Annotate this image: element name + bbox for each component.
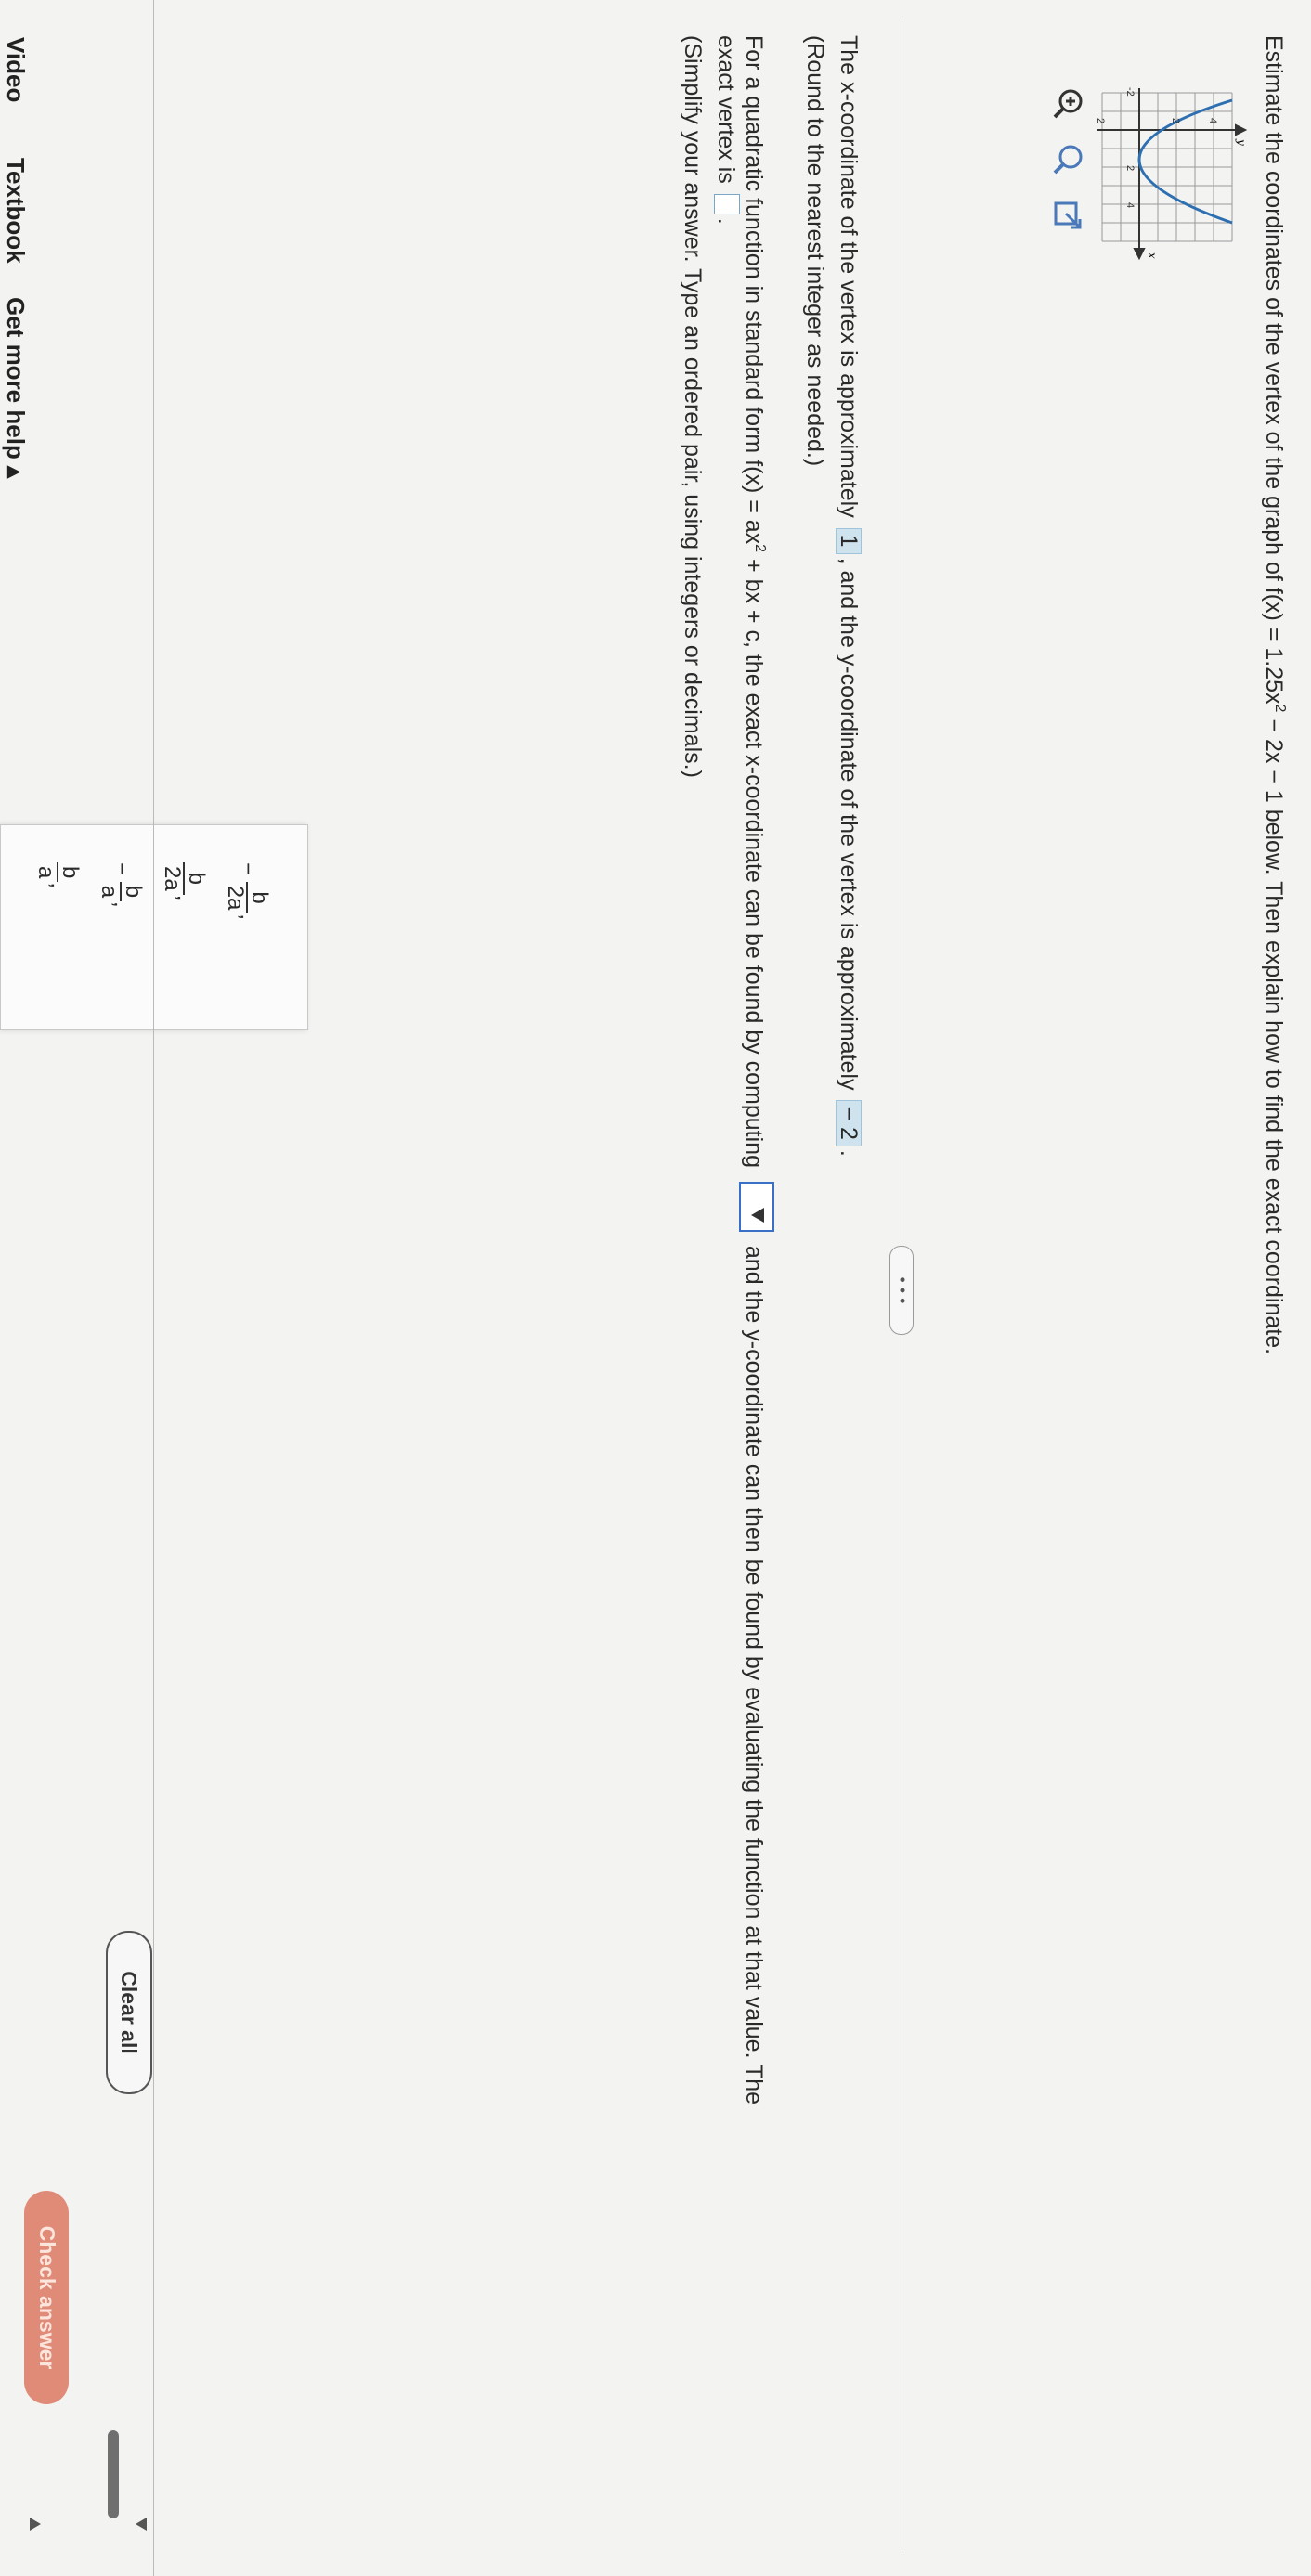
chevron-down-icon bbox=[751, 1207, 764, 1223]
prompt-text: Estimate the coordinates of the vertex o… bbox=[1261, 35, 1287, 705]
option-numerator: b bbox=[183, 862, 209, 895]
video-link[interactable]: Video bbox=[1, 37, 30, 102]
expand-button[interactable]: • • • bbox=[889, 1246, 914, 1335]
option-b-over-a[interactable]: ba, bbox=[33, 862, 83, 889]
parabola-graph[interactable]: y x -2 2 4 2 4 2 bbox=[1093, 74, 1251, 269]
option-fraction: b 2a bbox=[223, 881, 272, 914]
clear-all-button[interactable]: Clear all bbox=[106, 1931, 152, 2094]
y-tick-label: 2 bbox=[1095, 118, 1106, 123]
x-axis-label: x bbox=[1146, 252, 1159, 259]
part2-exponent: 2 bbox=[752, 544, 768, 553]
part1-hint: (Round to the nearest integer as needed.… bbox=[802, 35, 828, 467]
option-numerator: b bbox=[246, 881, 272, 914]
option-denominator: a bbox=[33, 866, 58, 879]
option-denominator: 2a bbox=[223, 885, 248, 911]
textbook-link[interactable]: Textbook bbox=[1, 158, 30, 264]
scroll-down-arrow[interactable] bbox=[136, 2518, 147, 2531]
y-axis-label: y bbox=[1235, 138, 1248, 146]
part2-period: . bbox=[713, 217, 739, 225]
part2-text-end: and the y-coordinate can then be found b… bbox=[741, 1245, 767, 2105]
y-tick-label: 4 bbox=[1207, 118, 1218, 123]
option-neg-b-over-a[interactable]: − ba, bbox=[97, 862, 146, 908]
part2-hint: (Simplify your answer. Type an ordered p… bbox=[680, 35, 706, 778]
option-sign: − bbox=[235, 862, 261, 876]
question-prompt: Estimate the coordinates of the vertex o… bbox=[1259, 35, 1294, 1354]
part1-text: The x-coordinate of the vertex is approx… bbox=[836, 35, 862, 518]
part1-line: The x-coordinate of the vertex is approx… bbox=[834, 35, 863, 1157]
option-comma: , bbox=[45, 882, 71, 889]
option-comma: , bbox=[172, 894, 198, 901]
question-page: Estimate the coordinates of the vertex o… bbox=[0, 0, 1311, 2576]
part2-text: For a quadratic function in standard for… bbox=[741, 35, 767, 545]
scrollbar-thumb[interactable] bbox=[108, 2430, 119, 2518]
option-fraction: b 2a bbox=[160, 862, 209, 895]
option-numerator: b bbox=[57, 862, 83, 883]
scroll-up-arrow[interactable] bbox=[30, 2518, 41, 2531]
part2-line: For a quadratic function in standard for… bbox=[739, 35, 774, 2104]
check-answer-button[interactable]: Check answer bbox=[24, 2191, 69, 2404]
footer-divider bbox=[153, 0, 154, 2576]
option-comma: , bbox=[235, 913, 261, 921]
x-tick-label: -2 bbox=[1124, 87, 1136, 97]
x-tick-label: 4 bbox=[1124, 202, 1136, 208]
x-coordinate-answer[interactable]: 1 bbox=[836, 527, 862, 554]
part2-line2: exact vertex is . bbox=[711, 35, 741, 225]
y-tick-label: 2 bbox=[1170, 118, 1181, 123]
option-numerator: b bbox=[120, 881, 146, 902]
option-sign: − bbox=[109, 862, 135, 876]
option-comma: , bbox=[109, 901, 135, 908]
formula-options-list: − b 2a, b 2a, − ba, ba, bbox=[0, 824, 308, 1030]
option-fraction: ba bbox=[97, 881, 146, 902]
option-neg-b-over-2a[interactable]: − b 2a, bbox=[223, 862, 272, 921]
exact-vertex-label: exact vertex is bbox=[713, 35, 739, 184]
prompt-text-end: − 2x − 1 below. Then explain how to find… bbox=[1261, 712, 1287, 1355]
zoom-in-icon[interactable] bbox=[1047, 84, 1088, 124]
x-tick-label: 2 bbox=[1124, 165, 1136, 171]
zoom-out-icon[interactable] bbox=[1047, 139, 1088, 180]
option-b-over-2a[interactable]: b 2a, bbox=[160, 862, 209, 901]
part1-text-mid: , and the y-coordinate of the vertex is … bbox=[836, 557, 862, 1091]
part1-period: . bbox=[836, 1149, 862, 1157]
formula-dropdown[interactable] bbox=[739, 1181, 774, 1232]
exact-vertex-input[interactable] bbox=[714, 193, 740, 214]
popout-icon[interactable] bbox=[1047, 195, 1088, 236]
option-denominator: 2a bbox=[160, 866, 185, 891]
y-coordinate-answer[interactable]: − 2 bbox=[836, 1100, 862, 1146]
part2-text-mid: + bx + c, the exact x-coordinate can be … bbox=[741, 552, 767, 1168]
option-denominator: a bbox=[97, 885, 122, 899]
get-more-help-link[interactable]: Get more help ▴ bbox=[1, 297, 30, 478]
option-fraction: ba bbox=[33, 862, 83, 883]
